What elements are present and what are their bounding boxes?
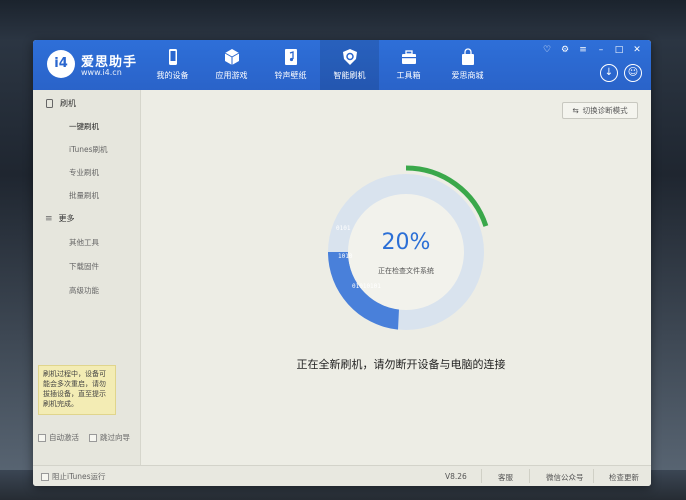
auto-activate-checkbox[interactable]: 自动激活 [38, 432, 79, 443]
check-update-link[interactable]: 检查更新 [609, 472, 639, 483]
shield-gear-icon [342, 49, 357, 65]
download-icon[interactable]: ↓ [600, 64, 618, 82]
checkbox-box[interactable] [38, 433, 46, 442]
shopping-bag-icon [461, 48, 474, 65]
checkbox-box[interactable] [41, 472, 49, 481]
user-icon[interactable]: ☺ [624, 64, 642, 82]
app-window: i4 爱思助手 www.i4.cn 我的设备 应用游戏 铃声壁纸 智能刷机 工具… [33, 40, 651, 486]
progress-percent: 20% [381, 230, 431, 255]
nav-item-toolbox[interactable]: 工具箱 [379, 40, 438, 90]
phone-outline-icon [46, 99, 53, 108]
nav-label: 我的设备 [156, 71, 189, 80]
flash-warning-message: 正在全新刷机，请勿断开设备与电脑的连接 [296, 358, 506, 371]
sidebar-item-other-tools[interactable]: 其他工具 [69, 237, 99, 248]
wechat-link[interactable]: 微信公众号 [546, 472, 584, 483]
support-link[interactable]: 客服 [498, 472, 513, 483]
main-nav: 我的设备 应用游戏 铃声壁纸 智能刷机 工具箱 爱思商城 [143, 40, 497, 90]
sidebar-item-one-click-flash[interactable]: 一键刷机 [69, 121, 99, 132]
sidebar-section-more[interactable]: ≡ 更多 [45, 213, 75, 224]
binary-text: 0101 [336, 225, 351, 232]
binary-text: 01010101 [352, 283, 381, 290]
version-label: V8.26 [445, 472, 467, 481]
flash-tip-note: 刷机过程中，设备可能会多次重启，请勿拔插设备，直至提示刷机完成。 [38, 365, 116, 415]
sidebar-item-download-firmware[interactable]: 下载固件 [69, 261, 99, 272]
app-url: www.i4.cn [81, 68, 122, 77]
divider [529, 469, 530, 483]
binary-text: 1010 [338, 253, 353, 260]
toolbox-icon [401, 50, 416, 64]
music-file-icon [284, 49, 297, 65]
app-logo: i4 [47, 50, 75, 78]
nav-label: 应用游戏 [215, 71, 248, 80]
main-panel: ⇆ 切换诊断模式 0101 1010 01010101 20% 正在检查文件系统… [141, 90, 651, 465]
cube-icon [224, 49, 239, 65]
close-icon[interactable]: ✕ [631, 44, 643, 56]
divider [481, 469, 482, 483]
nav-item-store[interactable]: 爱思商城 [438, 40, 497, 90]
phone-icon [168, 49, 177, 65]
checkbox-label: 阻止iTunes运行 [52, 472, 106, 481]
sidebar-item-advanced[interactable]: 高级功能 [69, 285, 99, 296]
sidebar-section-label: 更多 [58, 214, 75, 223]
block-itunes-checkbox[interactable]: 阻止iTunes运行 [41, 471, 106, 482]
sidebar: 刷机 一键刷机 iTunes刷机 专业刷机 批量刷机 ≡ 更多 其他工具 下载固… [33, 90, 141, 465]
menu-lines-icon: ≡ [45, 213, 53, 224]
nav-label: 工具箱 [396, 71, 421, 80]
checkbox-label: 自动激活 [49, 433, 79, 442]
skin-icon[interactable]: ♡ [541, 44, 553, 56]
nav-label: 智能刷机 [333, 71, 366, 80]
maximize-icon[interactable]: □ [613, 44, 625, 56]
nav-label: 铃声壁纸 [274, 71, 307, 80]
nav-label: 爱思商城 [451, 71, 484, 80]
switch-diagnostic-mode-button[interactable]: ⇆ 切换诊断模式 [562, 102, 638, 119]
sidebar-item-itunes-flash[interactable]: iTunes刷机 [69, 144, 108, 155]
nav-item-smart-flash[interactable]: 智能刷机 [320, 40, 379, 90]
skip-guide-checkbox[interactable]: 跳过向导 [89, 432, 130, 443]
nav-item-my-device[interactable]: 我的设备 [143, 40, 202, 90]
minimize-icon[interactable]: – [595, 44, 607, 56]
settings-icon[interactable]: ⚙ [559, 44, 571, 56]
status-bar: 阻止iTunes运行 V8.26 客服 微信公众号 检查更新 [33, 465, 651, 486]
window-controls: ♡ ⚙ ≡ – □ ✕ [541, 44, 643, 56]
checkbox-label: 跳过向导 [100, 433, 130, 442]
progress-status: 正在检查文件系统 [378, 267, 434, 275]
photo-backdrop-top [0, 0, 686, 40]
nav-item-apps[interactable]: 应用游戏 [202, 40, 261, 90]
sidebar-item-batch-flash[interactable]: 批量刷机 [69, 190, 99, 201]
checkbox-box[interactable] [89, 433, 97, 442]
sidebar-item-pro-flash[interactable]: 专业刷机 [69, 167, 99, 178]
menu-icon[interactable]: ≡ [577, 44, 589, 56]
switch-icon: ⇆ [572, 106, 579, 115]
divider [593, 469, 594, 483]
button-label: 切换诊断模式 [582, 106, 628, 115]
title-bar: i4 爱思助手 www.i4.cn 我的设备 应用游戏 铃声壁纸 智能刷机 工具… [33, 40, 651, 90]
sidebar-section-label: 刷机 [60, 99, 76, 108]
sidebar-section-flash[interactable]: 刷机 [45, 98, 76, 109]
nav-item-ringtones[interactable]: 铃声壁纸 [261, 40, 320, 90]
